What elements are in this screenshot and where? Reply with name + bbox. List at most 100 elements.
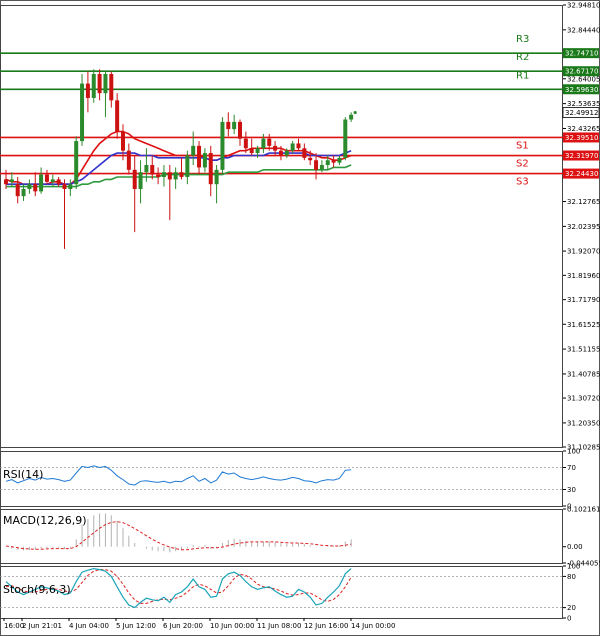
stoch-title: Stoch(9,6,3) <box>3 583 71 596</box>
candle-body <box>21 188 26 197</box>
level-label-s3: S3 <box>516 177 529 188</box>
candle-body <box>349 114 354 120</box>
level-price-tag-label: 32.67170 <box>565 68 598 76</box>
level-price-tag-label: 32.39510 <box>565 134 598 142</box>
candle-body <box>226 121 231 130</box>
macd-title: MACD(12,26,9) <box>3 514 87 527</box>
price-y-tick-label: 31.20350 <box>567 419 600 427</box>
candle-body <box>343 119 348 158</box>
level-label-r2: R2 <box>516 52 529 63</box>
price-y-tick-label: 32.02395 <box>567 223 600 231</box>
x-axis-tick-label: 2 Jun 21:01 <box>22 622 62 630</box>
x-axis-tick-label: 6 Jun 20:00 <box>163 622 203 630</box>
x-axis-tick-label: 12 Jun 16:00 <box>304 622 348 630</box>
candle-body <box>144 165 149 173</box>
price-y-tick-label: 31.81960 <box>567 272 600 280</box>
candle-body <box>173 172 178 180</box>
candle-body <box>232 121 237 130</box>
price-y-tick-label: 31.61525 <box>567 321 600 329</box>
level-price-tag-label: 32.74710 <box>565 50 598 58</box>
candle-body <box>261 138 266 149</box>
candle-body <box>319 165 324 170</box>
price-y-tick-label: 32.12765 <box>567 198 600 206</box>
candle-body <box>238 121 242 139</box>
candle-body <box>138 172 143 189</box>
candle-body <box>267 138 272 146</box>
level-price-tag-label: 32.31970 <box>565 152 598 160</box>
level-label-s1: S1 <box>516 140 529 151</box>
candle-body <box>278 150 283 156</box>
stoch-y-tick-label: 0 <box>567 615 571 623</box>
candle-body <box>249 148 254 154</box>
current-price-label: 32.49912 <box>565 109 598 117</box>
rsi-y-tick-label: 30 <box>567 486 576 494</box>
candle-body <box>85 83 90 98</box>
stoch-y-tick-label: 20 <box>567 604 576 612</box>
level-price-tag-label: 32.59630 <box>565 86 598 94</box>
candle-body <box>56 179 61 185</box>
candle-body <box>161 172 166 178</box>
candle-body <box>4 179 8 185</box>
x-axis-tick-label: 5 Jun 12:00 <box>116 622 156 630</box>
candle-body <box>302 148 307 158</box>
x-axis-tick-label: 14 Jun 00:00 <box>351 622 395 630</box>
candle-body <box>191 145 196 156</box>
candle-body <box>255 148 260 154</box>
price-y-tick-label: 31.92070 <box>567 248 600 256</box>
stoch-y-tick-label: 100 <box>567 563 580 571</box>
candle-body <box>80 83 85 142</box>
macd-y-tick-label: 0.102161 <box>567 506 600 514</box>
candle-body <box>290 143 295 151</box>
candle-body <box>97 74 102 94</box>
candle-body <box>91 74 96 98</box>
candle-body <box>185 155 190 178</box>
level-label-r1: R1 <box>516 70 529 81</box>
price-y-tick-label: 31.51155 <box>567 346 600 354</box>
candle-body <box>273 145 278 151</box>
price-y-tick-label: 32.43265 <box>567 125 600 133</box>
candle-body <box>208 153 213 185</box>
rsi-y-tick-label: 100 <box>567 448 580 456</box>
candle-body <box>202 153 207 168</box>
price-y-tick-label: 32.94810 <box>567 2 600 10</box>
candle-body <box>115 100 120 132</box>
candle-body <box>308 157 313 161</box>
candle-body <box>121 131 125 151</box>
candle-body <box>156 174 161 178</box>
candle-body <box>150 165 155 175</box>
candle-body <box>27 184 32 189</box>
candle-body <box>243 138 248 149</box>
candle-body <box>331 160 336 163</box>
macd-y-tick-label: 0.00 <box>567 543 583 551</box>
candle-body <box>50 179 55 182</box>
price-y-tick-label: 32.84440 <box>567 26 600 34</box>
candle-body <box>284 150 289 156</box>
price-y-tick-label: 32.53635 <box>567 100 600 108</box>
candle-body <box>33 184 38 192</box>
candle-body <box>197 145 202 168</box>
candle-body <box>44 174 49 182</box>
price-y-tick-label: 31.30720 <box>567 395 600 403</box>
candle-body <box>62 184 67 189</box>
candle-body <box>15 184 20 197</box>
level-price-tag-label: 32.24430 <box>565 170 598 178</box>
candle-body <box>126 150 131 170</box>
candle-body <box>132 169 137 189</box>
x-axis-tick-label: 10 Jun 00:00 <box>210 622 254 630</box>
candle-body <box>337 157 342 163</box>
x-axis-tick-label: 4 Jun 04:00 <box>69 622 109 630</box>
candle-body <box>296 143 301 149</box>
candle-body <box>9 179 14 182</box>
candle-body <box>109 74 114 101</box>
current-price-marker <box>353 110 357 115</box>
price-y-tick-label: 32.64005 <box>567 75 600 83</box>
candle-body <box>68 184 73 189</box>
forex-chart: 32.94810 32.84440 32.64005 32.53635 32.43265… <box>0 0 600 636</box>
chart-frame <box>0 0 600 636</box>
candle-body <box>74 141 79 185</box>
rsi-title: RSI(14) <box>3 468 43 481</box>
candle-body <box>39 174 44 192</box>
level-label-s2: S2 <box>516 159 529 170</box>
candle-body <box>325 160 330 166</box>
stoch-y-tick-label: 80 <box>567 573 576 581</box>
